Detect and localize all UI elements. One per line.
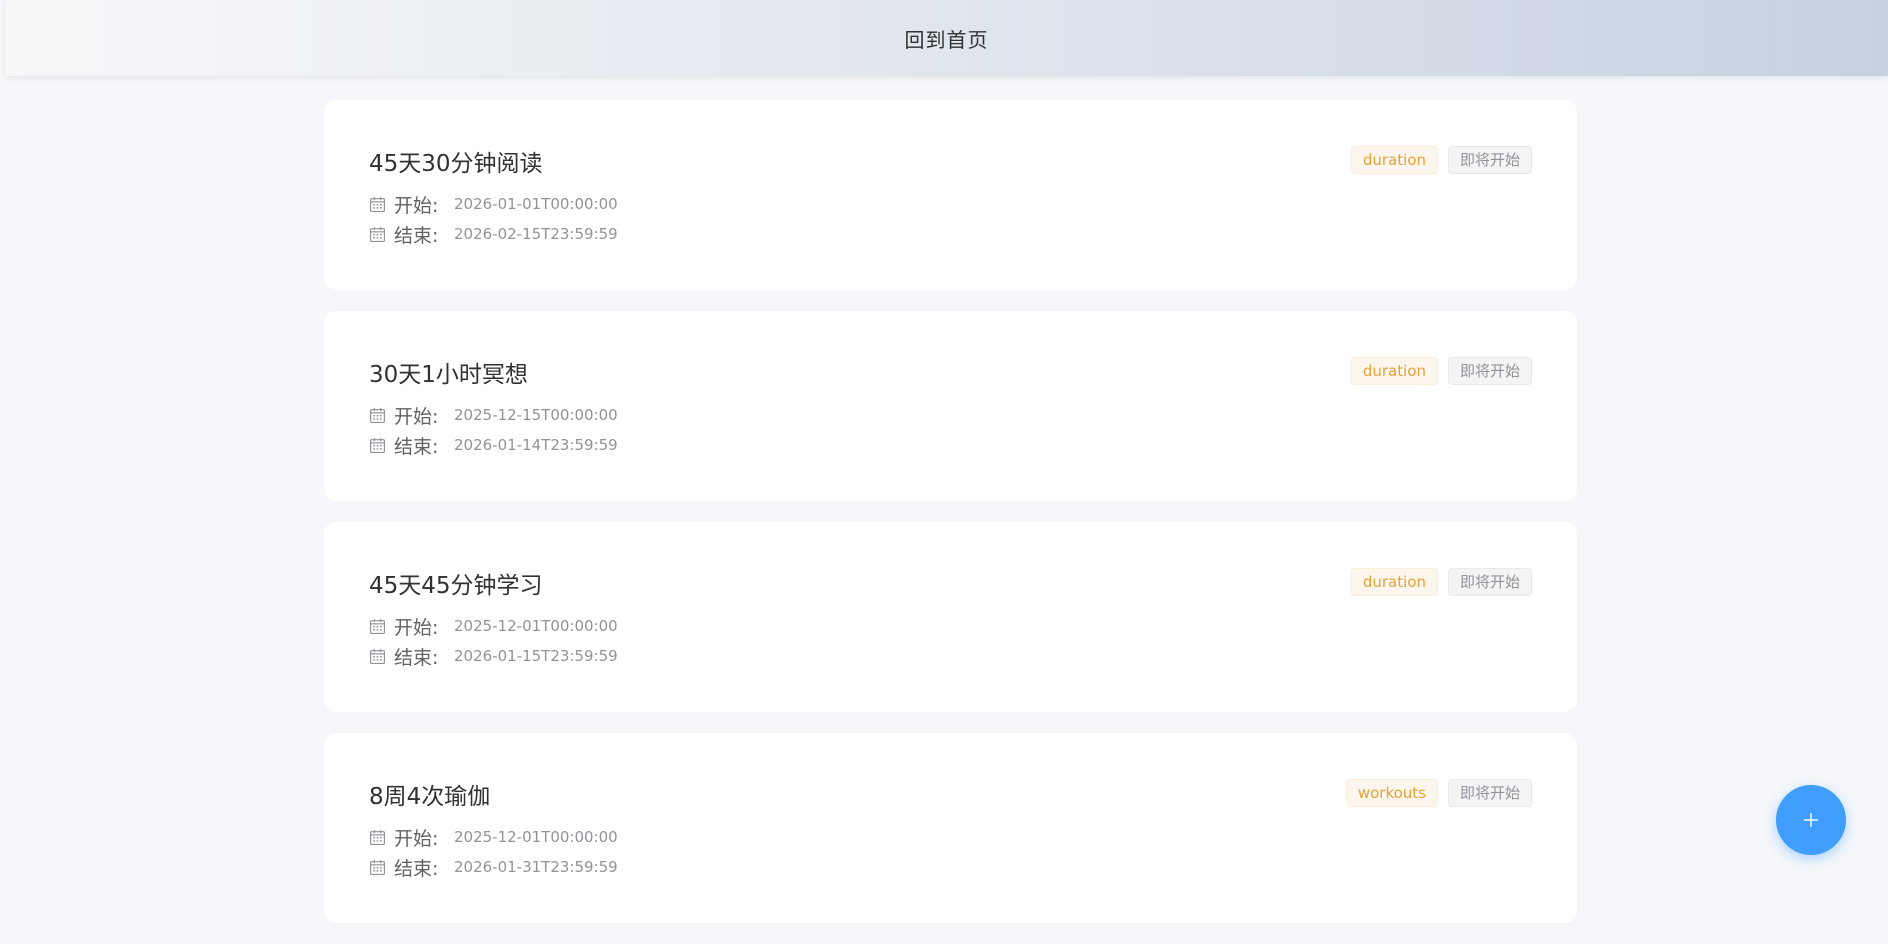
end-row: 结束: 2026-01-14T23:59:59	[369, 433, 618, 458]
calendar-icon	[370, 407, 385, 423]
calendar-icon	[370, 196, 385, 212]
challenge-title: 30天1小时冥想	[369, 362, 528, 388]
status-tag: 即将开始	[1447, 357, 1532, 385]
end-date: 2026-02-15T23:59:59	[454, 225, 618, 243]
start-label: 开始:	[394, 194, 439, 217]
tag-group: workouts 即将开始	[1345, 779, 1532, 807]
type-tag: duration	[1350, 146, 1438, 174]
calendar-icon	[370, 226, 385, 242]
calendar-icon	[370, 648, 385, 664]
start-label: 开始:	[394, 827, 439, 850]
start-date: 2025-12-01T00:00:00	[454, 617, 618, 635]
start-row: 开始: 2025-12-01T00:00:00	[369, 614, 618, 639]
end-label: 结束:	[394, 224, 439, 247]
back-home-header[interactable]: 回到首页	[5, 0, 1888, 76]
status-tag: 即将开始	[1447, 568, 1532, 596]
challenge-title: 8周4次瑜伽	[369, 784, 491, 810]
end-date: 2026-01-15T23:59:59	[454, 647, 618, 665]
end-date: 2026-01-31T23:59:59	[454, 858, 618, 876]
plus-icon	[1804, 813, 1818, 827]
challenge-card[interactable]: 8周4次瑜伽 workouts 即将开始 开始: 2025-12-01T00:0…	[324, 733, 1577, 923]
status-tag: 即将开始	[1447, 779, 1532, 807]
tag-group: duration 即将开始	[1350, 568, 1532, 596]
calendar-icon	[370, 618, 385, 634]
start-date: 2026-01-01T00:00:00	[454, 195, 618, 213]
header-title[interactable]: 回到首页	[905, 24, 989, 53]
challenge-card[interactable]: 45天30分钟阅读 duration 即将开始 开始: 2026-01-01T0…	[324, 100, 1577, 290]
end-row: 结束: 2026-01-15T23:59:59	[369, 644, 618, 669]
start-label: 开始:	[394, 405, 439, 428]
end-label: 结束:	[394, 435, 439, 458]
type-tag: duration	[1350, 568, 1438, 596]
challenge-title: 45天45分钟学习	[369, 573, 543, 599]
challenge-title: 45天30分钟阅读	[369, 151, 543, 177]
end-row: 结束: 2026-01-31T23:59:59	[369, 855, 618, 880]
status-tag: 即将开始	[1447, 146, 1532, 174]
challenge-card[interactable]: 30天1小时冥想 duration 即将开始 开始: 2025-12-15T00…	[324, 311, 1577, 501]
end-row: 结束: 2026-02-15T23:59:59	[369, 222, 618, 247]
calendar-icon	[370, 437, 385, 453]
tag-group: duration 即将开始	[1350, 146, 1532, 174]
calendar-icon	[370, 859, 385, 875]
type-tag: duration	[1350, 357, 1438, 385]
tag-group: duration 即将开始	[1350, 357, 1532, 385]
start-label: 开始:	[394, 616, 439, 639]
add-challenge-button[interactable]	[1776, 785, 1846, 855]
end-label: 结束:	[394, 857, 439, 880]
start-row: 开始: 2025-12-01T00:00:00	[369, 825, 618, 850]
calendar-icon	[370, 829, 385, 845]
start-date: 2025-12-15T00:00:00	[454, 406, 618, 424]
challenge-card[interactable]: 45天45分钟学习 duration 即将开始 开始: 2025-12-01T0…	[324, 522, 1577, 712]
start-row: 开始: 2025-12-15T00:00:00	[369, 403, 618, 428]
challenge-list: 45天30分钟阅读 duration 即将开始 开始: 2026-01-01T0…	[324, 100, 1577, 944]
start-row: 开始: 2026-01-01T00:00:00	[369, 192, 618, 217]
end-date: 2026-01-14T23:59:59	[454, 436, 618, 454]
start-date: 2025-12-01T00:00:00	[454, 828, 618, 846]
end-label: 结束:	[394, 646, 439, 669]
type-tag: workouts	[1345, 779, 1438, 807]
